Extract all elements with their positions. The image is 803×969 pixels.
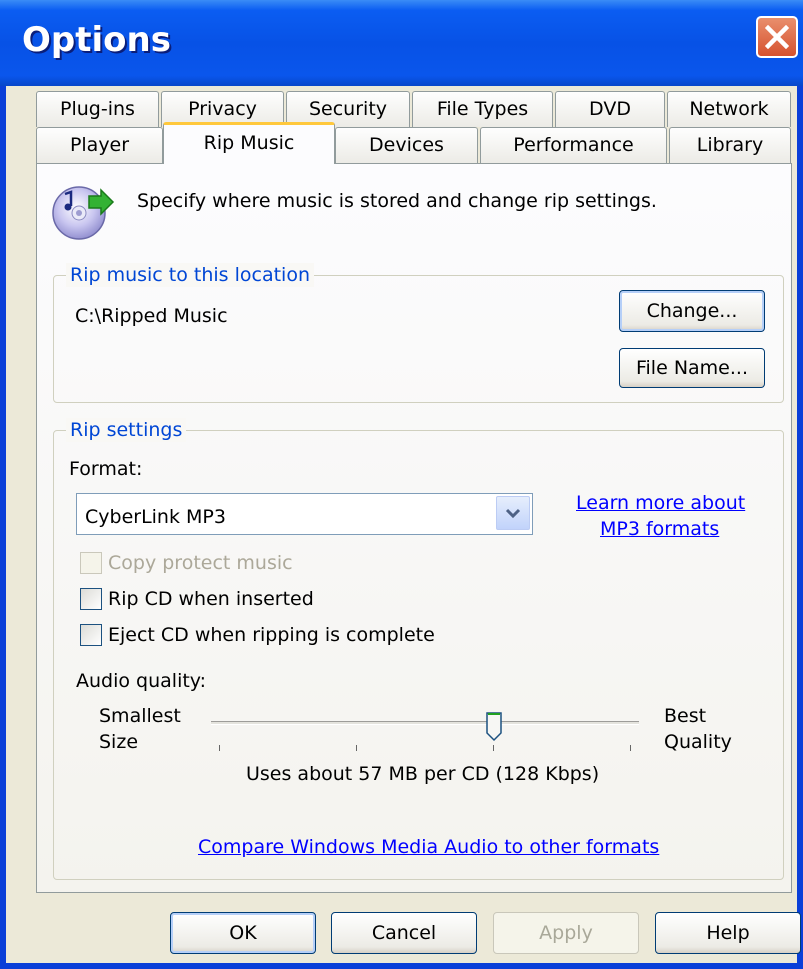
tab-devices[interactable]: Devices (335, 127, 478, 163)
tab-library[interactable]: Library (669, 127, 791, 163)
tab-player[interactable]: Player (36, 127, 163, 163)
slider-tick (356, 745, 357, 751)
tab-network[interactable]: Network (667, 91, 791, 127)
eject-when-complete-label[interactable]: Eject CD when ripping is complete (108, 624, 435, 646)
rip-when-inserted-checkbox[interactable] (80, 588, 102, 610)
ok-button[interactable]: OK (170, 912, 316, 954)
tab-label: Performance (513, 134, 634, 156)
tab-plug-ins[interactable]: Plug-ins (36, 91, 159, 127)
slider-tick (493, 745, 494, 751)
rip-when-inserted-label[interactable]: Rip CD when inserted (108, 588, 314, 610)
format-select[interactable]: CyberLink MP3 (76, 493, 533, 535)
tab-rip-music[interactable]: Rip Music (163, 122, 335, 164)
tab-label: DVD (589, 98, 631, 120)
compare-formats-link[interactable]: Compare Windows Media Audio to other for… (198, 836, 659, 858)
slider-tick (219, 745, 220, 751)
audio-quality-label: Audio quality: (76, 670, 207, 692)
tab-label: Player (69, 134, 130, 156)
format-label: Format: (69, 458, 143, 480)
button-label: File Name... (635, 357, 748, 379)
tab-dvd[interactable]: DVD (555, 91, 665, 127)
slider-min-label-line2: Size (99, 731, 139, 753)
audio-usage-text: Uses about 57 MB per CD (128 Kbps) (246, 763, 600, 785)
learn-more-mp3-link[interactable]: Learn more about (576, 492, 745, 514)
tab-label: Security (308, 98, 388, 120)
cancel-button[interactable]: Cancel (331, 912, 477, 954)
dropdown-button[interactable] (496, 496, 530, 530)
tab-performance[interactable]: Performance (480, 127, 667, 163)
button-label: Change... (646, 300, 738, 322)
close-icon (765, 25, 789, 49)
group-legend: Rip settings (66, 418, 187, 442)
rip-location-path: C:\Ripped Music (75, 305, 228, 327)
copy-protect-checkbox[interactable] (80, 552, 102, 574)
tab-label: Devices (369, 134, 444, 156)
slider-max-label-line2: Quality (664, 731, 732, 753)
apply-button[interactable]: Apply (493, 912, 639, 954)
music-cd-rip-icon (52, 186, 115, 240)
options-dialog: Options Plug-ins Privacy Security File T… (0, 0, 803, 969)
change-location-button[interactable]: Change... (619, 290, 765, 332)
button-label: Cancel (371, 922, 437, 944)
audio-quality-slider-track[interactable] (211, 721, 639, 725)
tab-label: Network (689, 98, 769, 120)
close-button[interactable] (756, 16, 798, 58)
file-name-button[interactable]: File Name... (619, 348, 765, 388)
slider-min-label: Smallest (99, 705, 181, 727)
button-label: OK (229, 922, 257, 944)
slider-max-label: Best (664, 705, 707, 727)
help-button[interactable]: Help (655, 912, 801, 954)
tab-label: Plug-ins (60, 98, 135, 120)
audio-quality-slider-thumb[interactable] (485, 711, 503, 743)
tab-label: File Types (436, 98, 529, 120)
copy-protect-label: Copy protect music (108, 552, 293, 574)
button-label: Help (706, 922, 750, 944)
chevron-down-icon (505, 508, 521, 519)
tab-label: Library (696, 134, 764, 156)
learn-more-mp3-link-line2[interactable]: MP3 formats (600, 518, 719, 540)
window-title: Options (22, 20, 171, 60)
tab-label: Rip Music (203, 132, 295, 154)
tab-label: Privacy (188, 98, 257, 120)
format-select-value: CyberLink MP3 (85, 506, 226, 528)
group-legend: Rip music to this location (66, 263, 315, 287)
slider-tick (630, 745, 631, 751)
button-label: Apply (539, 922, 593, 944)
title-bar[interactable]: Options (0, 0, 803, 86)
page-description: Specify where music is stored and change… (137, 190, 657, 212)
eject-when-complete-checkbox[interactable] (80, 624, 102, 646)
tab-file-types[interactable]: File Types (412, 91, 553, 127)
